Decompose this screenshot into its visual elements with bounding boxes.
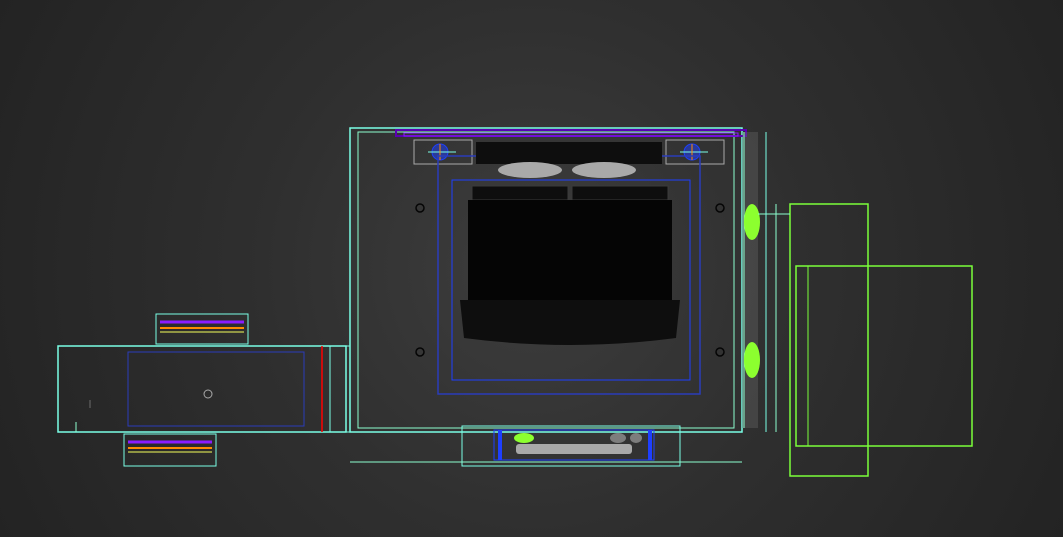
right-room-outer[interactable] bbox=[790, 204, 868, 476]
sofa-decor bbox=[610, 433, 626, 443]
duvet[interactable] bbox=[460, 300, 680, 345]
left-block-inner[interactable] bbox=[128, 352, 304, 426]
pillow-right[interactable] bbox=[572, 162, 636, 178]
right-room-inner[interactable] bbox=[796, 266, 972, 446]
pillow-left[interactable] bbox=[498, 162, 562, 178]
left-dot[interactable] bbox=[204, 390, 212, 398]
drawer-bottom[interactable] bbox=[124, 434, 216, 466]
sofa-decor bbox=[630, 433, 642, 443]
light-marker[interactable] bbox=[716, 348, 724, 356]
sofa-leg-r bbox=[648, 430, 652, 460]
plant-2[interactable] bbox=[744, 342, 760, 378]
pillow-back-l[interactable] bbox=[472, 186, 568, 200]
light-marker[interactable] bbox=[416, 348, 424, 356]
sofa-cushion[interactable] bbox=[514, 433, 534, 443]
pillow-back-r[interactable] bbox=[572, 186, 668, 200]
light-marker[interactable] bbox=[416, 204, 424, 212]
headboard-strip-2[interactable] bbox=[404, 133, 738, 136]
left-block-outer[interactable] bbox=[58, 346, 346, 432]
sofa-leg-l bbox=[498, 430, 502, 460]
light-marker[interactable] bbox=[716, 204, 724, 212]
wireframe-canvas[interactable] bbox=[0, 0, 1063, 537]
sofa-seat[interactable] bbox=[516, 444, 632, 454]
plant-1[interactable] bbox=[744, 204, 760, 240]
headboard[interactable] bbox=[476, 142, 662, 164]
viewport-3d[interactable] bbox=[0, 0, 1063, 537]
